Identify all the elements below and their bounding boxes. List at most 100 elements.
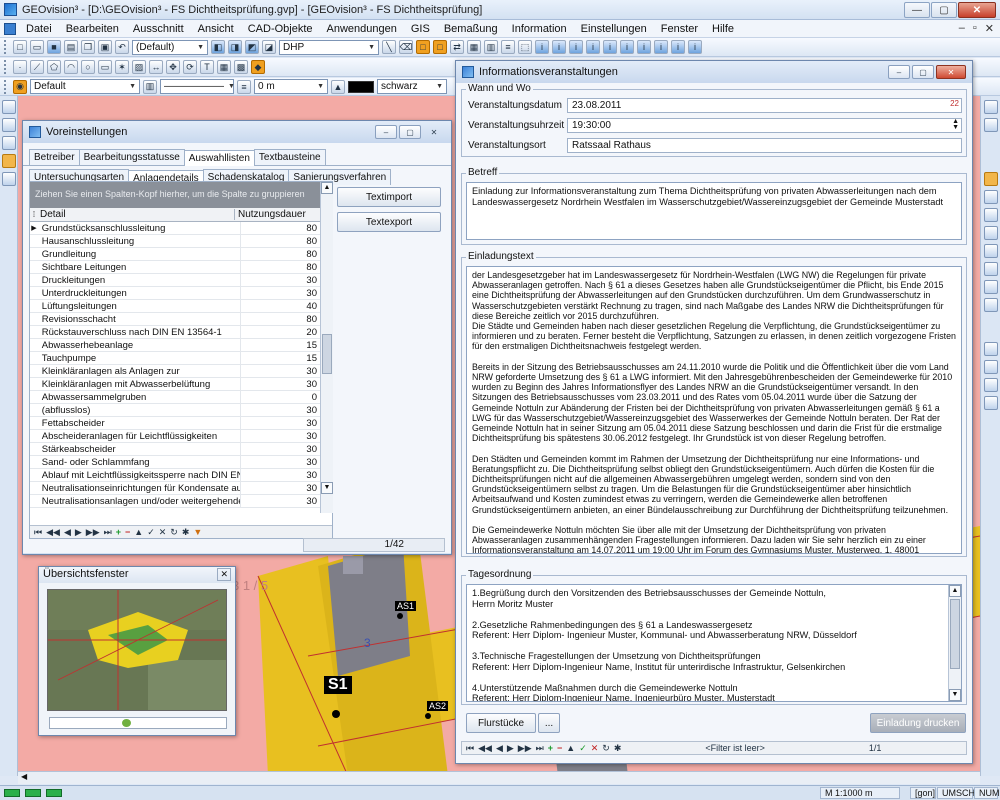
close-button[interactable]: ✕ <box>936 65 966 79</box>
redraw-icon[interactable] <box>983 298 998 312</box>
style-combo[interactable]: (Default) ▼ <box>132 39 208 55</box>
cell-detail[interactable]: Abscheideranlagen für Leichtflüssigkeite… <box>38 431 240 442</box>
menu-hilfe[interactable]: Hilfe <box>705 23 741 35</box>
minimize-button[interactable]: – <box>888 65 910 79</box>
nav-next-page-icon[interactable]: ▶▶ <box>518 743 532 754</box>
nav-up-icon[interactable] <box>983 100 998 114</box>
image-tool-icon[interactable]: ▩ <box>234 60 248 74</box>
cell-detail[interactable]: Unterdruckleitungen <box>38 288 240 299</box>
cell-detail[interactable]: Revisionsschacht <box>38 314 240 325</box>
cell-nutzungsdauer[interactable]: 30 <box>240 468 320 482</box>
nav-last-icon[interactable]: ⏭ <box>536 743 544 754</box>
tab-bearbeitungsstatusse[interactable]: Bearbeitungsstatusse <box>78 149 185 165</box>
cell-nutzungsdauer[interactable]: 80 <box>240 222 320 235</box>
nav-left-icon[interactable] <box>983 118 998 132</box>
info-query-icon-10[interactable]: i <box>688 40 702 54</box>
uhrzeit-field[interactable]: 19:30:00 ▲ ▼ <box>567 118 962 133</box>
tab-auswahllisten[interactable]: Auswahllisten <box>183 150 255 166</box>
table-row[interactable]: Abwassersammelgruben 0 <box>30 390 320 404</box>
measure-icon[interactable]: ⇄ <box>450 40 464 54</box>
list-icon[interactable]: ≡ <box>501 40 515 54</box>
rect-tool-icon[interactable]: ▭ <box>98 60 112 74</box>
post-record-icon[interactable]: ✓ <box>147 527 155 538</box>
layer-move-icon[interactable]: ◩ <box>245 40 259 54</box>
zoom-window-icon[interactable] <box>983 172 998 186</box>
table-row[interactable]: Kleinkläranlagen mit Abwasserbelüftung 30 <box>30 377 320 391</box>
cell-detail[interactable]: Kleinkläranlagen mit Abwasserbelüftung <box>38 379 240 390</box>
paste-icon[interactable]: ▣ <box>98 40 112 54</box>
nav-last-icon[interactable]: ⏭ <box>104 527 112 538</box>
menu-ansicht[interactable]: Ansicht <box>191 23 241 35</box>
maximize-button[interactable]: ▢ <box>931 2 957 18</box>
voreinstellungen-titlebar[interactable]: Voreinstellungen – ▢ ✕ <box>23 121 451 143</box>
column-header-detail[interactable]: Detail <box>38 209 234 220</box>
cell-detail[interactable]: Druckleitungen <box>38 275 240 286</box>
uebersicht-titlebar[interactable]: Übersichtsfenster ✕ <box>39 567 235 583</box>
menu-fenster[interactable]: Fenster <box>654 23 705 35</box>
table-row[interactable]: Neutralisationseinrichtungen für Kondens… <box>30 481 320 495</box>
cell-nutzungsdauer[interactable]: 15 <box>240 338 320 352</box>
info-query-icon-7[interactable]: i <box>637 40 651 54</box>
overview-thumbnail[interactable] <box>47 589 227 711</box>
info-query-icon-3[interactable]: i <box>569 40 583 54</box>
cell-detail[interactable]: Sichtbare Leitungen <box>38 262 240 273</box>
table-row[interactable]: Druckleitungen 30 <box>30 273 320 287</box>
chart-icon[interactable]: ▥ <box>484 40 498 54</box>
cell-nutzungsdauer[interactable]: 15 <box>240 351 320 365</box>
cell-nutzungsdauer[interactable]: 80 <box>240 234 320 248</box>
cancel-record-icon[interactable]: ✕ <box>159 527 167 538</box>
cell-nutzungsdauer[interactable]: 30 <box>240 286 320 300</box>
cell-nutzungsdauer[interactable]: 0 <box>240 390 320 404</box>
cell-detail[interactable]: (abflusslos) <box>38 405 240 416</box>
scroll-down-button[interactable]: ▼ <box>949 689 961 701</box>
tab-textbausteine[interactable]: Textbausteine <box>253 149 326 165</box>
tab-betreiber[interactable]: Betreiber <box>29 149 80 165</box>
bookmark-icon[interactable]: ▼ <box>193 527 202 537</box>
db-icon[interactable]: ⬚ <box>518 40 532 54</box>
scroll-up-button[interactable]: ▲ <box>949 585 961 597</box>
cell-nutzungsdauer[interactable]: 80 <box>240 260 320 274</box>
refresh-icon[interactable]: ↻ <box>602 743 610 754</box>
cell-nutzungsdauer[interactable]: 30 <box>240 429 320 443</box>
table-row[interactable]: (abflusslos) 30 <box>30 403 320 417</box>
rotate-tool-icon[interactable]: ⟳ <box>183 60 197 74</box>
table-row[interactable]: Abwasserhebeanlage 15 <box>30 338 320 352</box>
cell-detail[interactable]: Neutralisationsanlagen und/oder weiterge… <box>38 496 240 507</box>
close-button[interactable]: ✕ <box>217 568 231 581</box>
nav-prev-icon[interactable]: ◀ <box>64 527 71 538</box>
table-row[interactable]: Stärkeabscheider 30 <box>30 442 320 456</box>
table-row[interactable]: Rückstauverschluss nach DIN EN 13564-1 20 <box>30 325 320 339</box>
mdi-minimize-button[interactable]: – <box>959 22 965 35</box>
menu-information[interactable]: Information <box>505 23 574 35</box>
edit-tool-icon[interactable] <box>1 118 16 132</box>
menu-cad-objekte[interactable]: CAD-Objekte <box>241 23 320 35</box>
cell-nutzungsdauer[interactable]: 30 <box>240 416 320 430</box>
snap-end-icon[interactable] <box>983 378 998 392</box>
cell-detail[interactable]: Stärkeabscheider <box>38 444 240 455</box>
default-layer-combo[interactable]: Default ▼ <box>30 79 140 94</box>
table-row[interactable]: Fettabscheider 30 <box>30 416 320 430</box>
cell-detail[interactable]: Fettabscheider <box>38 418 240 429</box>
zoom-out-icon[interactable] <box>983 208 998 222</box>
pan-hand-icon[interactable] <box>983 280 998 294</box>
tagesordnung-textarea[interactable]: 1.Begrüßung durch den Vorsitzenden des B… <box>466 584 962 702</box>
cell-nutzungsdauer[interactable]: 80 <box>240 247 320 261</box>
table-row[interactable]: Tauchpumpe 15 <box>30 351 320 365</box>
cell-detail[interactable]: Lüftungsleitungen <box>38 301 240 312</box>
table-row[interactable]: Neutralisationsanlagen und/oder weiterge… <box>30 494 320 508</box>
info-query-icon-2[interactable]: i <box>552 40 566 54</box>
toolbar-grip[interactable] <box>4 79 8 94</box>
layer-icon[interactable]: ◧ <box>211 40 225 54</box>
maximize-button[interactable]: ▢ <box>399 125 421 139</box>
text-tool-icon[interactable]: T <box>200 60 214 74</box>
table-row[interactable]: Grundleitung 80 <box>30 247 320 261</box>
nav-first-icon[interactable]: ⏮ <box>34 527 42 538</box>
color-combo[interactable]: schwarz ▼ <box>377 79 447 94</box>
polygon-tool-icon[interactable]: ⬠ <box>47 60 61 74</box>
table-row[interactable]: Ablauf mit Leichtflüssigkeitssperre nach… <box>30 468 320 482</box>
textimport-button[interactable]: Textimport <box>337 187 441 207</box>
cell-detail[interactable]: Kleinkläranlagen als Anlagen zur <box>38 366 240 377</box>
table-row[interactable]: Lüftungsleitungen 40 <box>30 299 320 313</box>
map-horizontal-scrollbar[interactable]: ◀ <box>18 771 980 784</box>
table-row[interactable]: Revisionsschacht 80 <box>30 312 320 326</box>
